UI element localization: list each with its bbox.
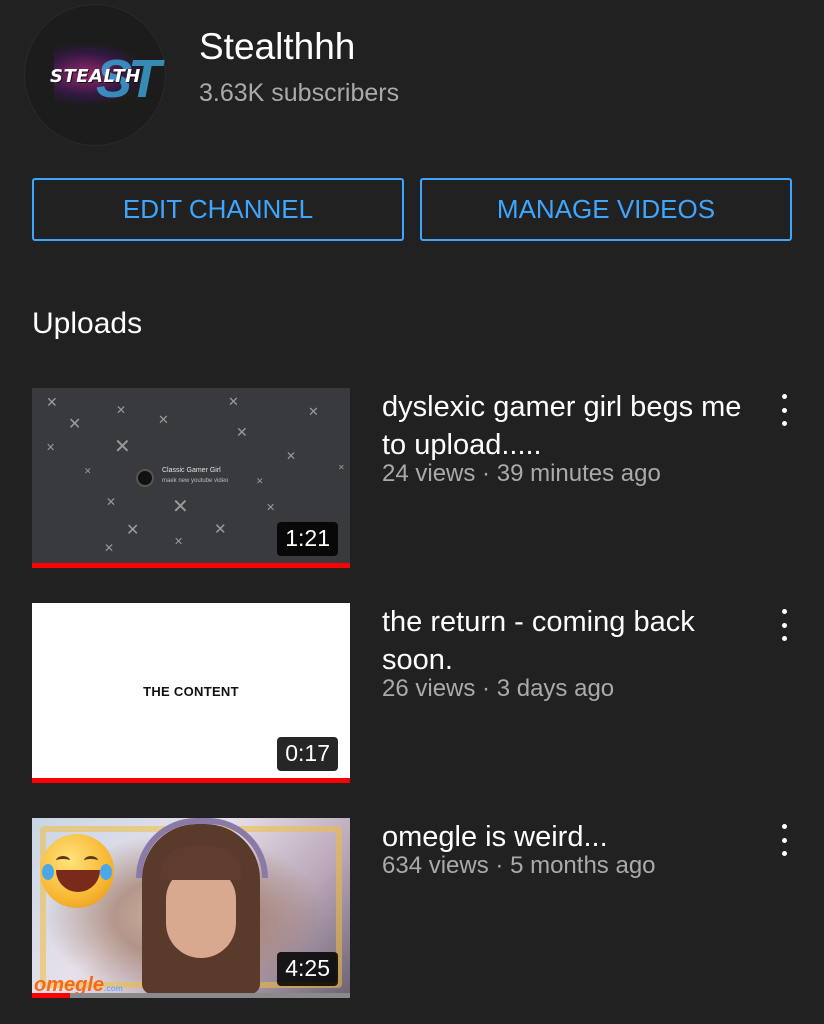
laughing-emoji-icon	[40, 834, 114, 908]
avatar-text: STEALTH	[50, 66, 141, 87]
x-mark-icon: ✕	[68, 414, 82, 433]
x-mark-icon: ✕	[214, 520, 227, 538]
x-mark-icon: ✕	[286, 449, 297, 463]
video-title[interactable]: dyslexic gamer girl begs me to upload...…	[382, 388, 752, 464]
video-item[interactable]: ✕ ✕ ✕ ✕ ✕ ✕ ✕ ✕ ✕ ✕ ✕ ✕ ✕ ✕ ✕ ✕ ✕ ✕ ✕ ✕ …	[32, 388, 812, 568]
more-vert-icon[interactable]	[770, 392, 798, 428]
thumbnail-text: THE CONTENT	[143, 684, 239, 699]
x-mark-icon: ✕	[172, 494, 189, 518]
edit-channel-button[interactable]: EDIT CHANNEL	[32, 178, 404, 241]
x-mark-icon: ✕	[158, 413, 169, 428]
x-mark-icon: ✕	[228, 395, 239, 410]
video-meta: 26 views · 3 days ago	[382, 675, 614, 703]
video-meta: 634 views · 5 months ago	[382, 852, 656, 880]
watch-progress-bar	[32, 563, 350, 568]
x-mark-icon: ✕	[46, 441, 56, 454]
meta-separator: ·	[482, 675, 497, 702]
video-meta: 24 views · 39 minutes ago	[382, 460, 661, 488]
thumbnail-text: Classic Gamer Girl	[162, 467, 221, 474]
video-views: 26 views	[382, 675, 476, 702]
meta-separator: ·	[482, 460, 497, 487]
video-thumbnail[interactable]: THE CONTENT 0:17	[32, 603, 350, 783]
x-mark-icon: ✕	[116, 403, 127, 417]
video-duration: 1:21	[277, 522, 338, 556]
more-vert-icon[interactable]	[770, 822, 798, 858]
video-title[interactable]: the return - coming back soon.	[382, 603, 752, 679]
manage-videos-button[interactable]: MANAGE VIDEOS	[420, 178, 792, 241]
video-thumbnail[interactable]: ✕ ✕ ✕ ✕ ✕ ✕ ✕ ✕ ✕ ✕ ✕ ✕ ✕ ✕ ✕ ✕ ✕ ✕ ✕ ✕ …	[32, 388, 350, 568]
x-mark-icon: ✕	[338, 463, 345, 472]
video-duration: 0:17	[277, 737, 338, 771]
video-age: 3 days ago	[496, 675, 615, 702]
thumbnail-avatar	[138, 471, 152, 485]
x-mark-icon: ✕	[236, 425, 248, 441]
video-duration: 4:25	[277, 952, 338, 986]
video-views: 24 views	[382, 460, 476, 487]
more-vert-icon[interactable]	[770, 607, 798, 643]
channel-avatar[interactable]: ST STEALTH	[24, 4, 166, 146]
watch-progress-fill	[32, 993, 71, 998]
watch-progress-bar	[32, 778, 350, 783]
video-age: 39 minutes ago	[496, 460, 661, 487]
x-mark-icon: ✕	[106, 495, 117, 509]
x-mark-icon: ✕	[266, 501, 276, 514]
x-mark-icon: ✕	[174, 535, 184, 548]
x-mark-icon: ✕	[46, 395, 58, 411]
video-thumbnail[interactable]: omegle.com 4:25	[32, 818, 350, 998]
thumbnail-subtext: maek new youtube video	[162, 478, 229, 484]
watch-progress-bar	[32, 993, 350, 998]
x-mark-icon: ✕	[104, 541, 115, 555]
meta-separator: ·	[495, 852, 511, 879]
x-mark-icon: ✕	[126, 520, 140, 539]
video-item[interactable]: omegle.com 4:25 omegle is weird... 634 v…	[32, 818, 812, 998]
channel-name: Stealthhh	[199, 26, 356, 67]
subscriber-count: 3.63K subscribers	[199, 79, 400, 107]
video-title[interactable]: omegle is weird...	[382, 818, 752, 856]
video-age: 5 months ago	[510, 852, 656, 879]
x-mark-icon: ✕	[308, 405, 319, 420]
uploads-heading: Uploads	[32, 307, 143, 340]
video-item[interactable]: THE CONTENT 0:17 the return - coming bac…	[32, 603, 812, 783]
x-mark-icon: ✕	[84, 467, 92, 477]
video-views: 634 views	[382, 852, 489, 879]
x-mark-icon: ✕	[256, 477, 264, 487]
x-mark-icon: ✕	[114, 434, 131, 458]
